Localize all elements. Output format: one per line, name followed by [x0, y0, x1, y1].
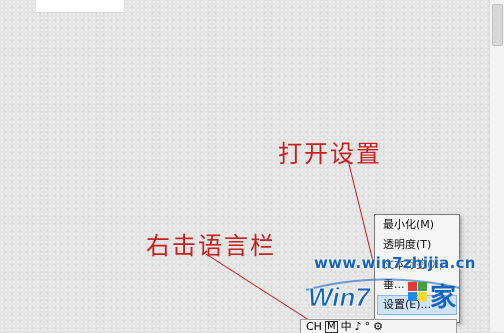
- menu-item-vertical[interactable]: 垂...: [375, 275, 459, 295]
- moon-icon[interactable]: ♪: [355, 320, 362, 333]
- menu-item-minimize[interactable]: 最小化(M): [375, 215, 459, 235]
- gear-icon[interactable]: ⚙: [373, 320, 383, 333]
- annotation-right-click-language-bar: 右击语言栏: [146, 232, 276, 260]
- mode-box[interactable]: M: [324, 320, 338, 333]
- arrow-to-language-bar: [205, 253, 313, 323]
- language-indicator[interactable]: CH: [306, 320, 322, 333]
- watermark-url: www.win7zhijia.cn: [314, 254, 476, 272]
- input-mode-chinese[interactable]: 中: [341, 320, 352, 333]
- punctuation-icon[interactable]: °: [365, 320, 371, 333]
- menu-item-settings[interactable]: 设置(E)...: [377, 295, 457, 315]
- annotation-open-settings: 打开设置: [278, 140, 382, 168]
- menu-item-transparency[interactable]: 透明度(T): [375, 235, 459, 255]
- language-bar[interactable]: CH M 中 ♪ ° ⚙: [300, 319, 457, 333]
